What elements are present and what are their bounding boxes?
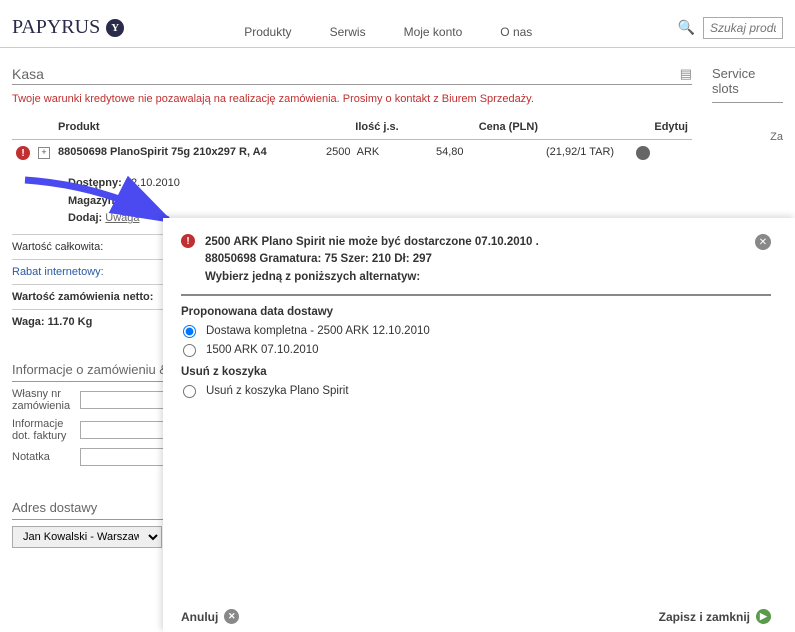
uwaga-link[interactable]: Uwaga xyxy=(105,212,139,224)
search-icon[interactable]: 🔍 xyxy=(678,19,695,36)
globe-icon[interactable] xyxy=(636,146,650,160)
option-remove[interactable]: Usuń z koszyka Plano Spirit xyxy=(181,382,771,401)
delivery-address-select[interactable]: Jan Kowalski - Warszawa xyxy=(12,526,162,548)
product-name[interactable]: 88050698 PlanoSpirit 75g 210x297 R, A4 xyxy=(58,146,267,158)
logo-text: PAPYRUS xyxy=(12,16,100,39)
header: PAPYRUS Y Produkty Serwis Moje konto O n… xyxy=(0,0,795,48)
label-notatka: Notatka xyxy=(12,451,72,463)
col-produkt: Produkt xyxy=(54,115,322,140)
kasa-title: Kasa xyxy=(12,66,44,82)
go-icon: ▶ xyxy=(756,609,771,624)
table-row: ! + 88050698 PlanoSpirit 75g 210x297 R, … xyxy=(12,140,692,170)
modal-message: 2500 ARK Plano Spirit nie może być dosta… xyxy=(205,234,745,286)
service-slots-title: Service slots xyxy=(712,60,783,103)
nav-moje-konto[interactable]: Moje konto xyxy=(404,25,463,47)
product-table: Produkt Ilość j.s. Cena (PLN) Edytuj ! +… xyxy=(12,115,692,234)
col-cena: Cena (PLN) xyxy=(432,115,542,140)
expand-icon[interactable]: + xyxy=(38,147,50,159)
col-edytuj: Edytuj xyxy=(632,115,692,140)
label-faktura: Informacje dot. faktury xyxy=(12,418,72,442)
modal-alert-icon: ! xyxy=(181,234,195,248)
product-per: (21,92/1 TAR) xyxy=(542,140,632,170)
logo[interactable]: PAPYRUS Y xyxy=(12,16,124,39)
label-wlasny-nr: Własny nr zamówienia xyxy=(12,388,72,412)
cancel-button[interactable]: Anuluj✕ xyxy=(181,609,239,624)
proposed-date-title: Proponowana data dostawy xyxy=(181,306,771,318)
input-notatka[interactable] xyxy=(80,448,166,466)
radio-partial[interactable] xyxy=(183,344,196,357)
option-partial-delivery[interactable]: 1500 ARK 07.10.2010 xyxy=(181,341,771,360)
col-ilosc: Ilość j.s. xyxy=(322,115,432,140)
remove-title: Usuń z koszyka xyxy=(181,366,771,378)
product-qty: 2500 ARK xyxy=(322,140,432,170)
nav-o-nas[interactable]: O nas xyxy=(500,25,532,47)
print-icon[interactable]: ▤ xyxy=(680,66,692,82)
alert-icon: ! xyxy=(16,146,30,160)
kasa-title-row: Kasa ▤ xyxy=(12,60,692,85)
save-close-button[interactable]: Zapisz i zamknij▶ xyxy=(659,609,771,624)
logo-icon: Y xyxy=(106,19,124,37)
product-price: 54,80 xyxy=(432,140,542,170)
radio-full[interactable] xyxy=(183,325,196,338)
cancel-icon: ✕ xyxy=(224,609,239,624)
search-area: 🔍 xyxy=(678,17,783,39)
input-wlasny-nr[interactable] xyxy=(80,391,166,409)
availability-modal: ! 2500 ARK Plano Spirit nie może być dos… xyxy=(163,218,795,632)
main-nav: Produkty Serwis Moje konto O nas xyxy=(244,8,532,47)
input-faktura[interactable] xyxy=(80,421,166,439)
close-icon[interactable]: ✕ xyxy=(755,234,771,250)
za-text: Za xyxy=(712,131,783,143)
credit-warning: Twoje warunki kredytowe nie pozawalają n… xyxy=(12,85,692,109)
nav-serwis[interactable]: Serwis xyxy=(330,25,366,47)
nav-produkty[interactable]: Produkty xyxy=(244,25,291,47)
search-input[interactable] xyxy=(703,17,783,39)
radio-remove[interactable] xyxy=(183,385,196,398)
option-full-delivery[interactable]: Dostawa kompletna - 2500 ARK 12.10.2010 xyxy=(181,322,771,341)
